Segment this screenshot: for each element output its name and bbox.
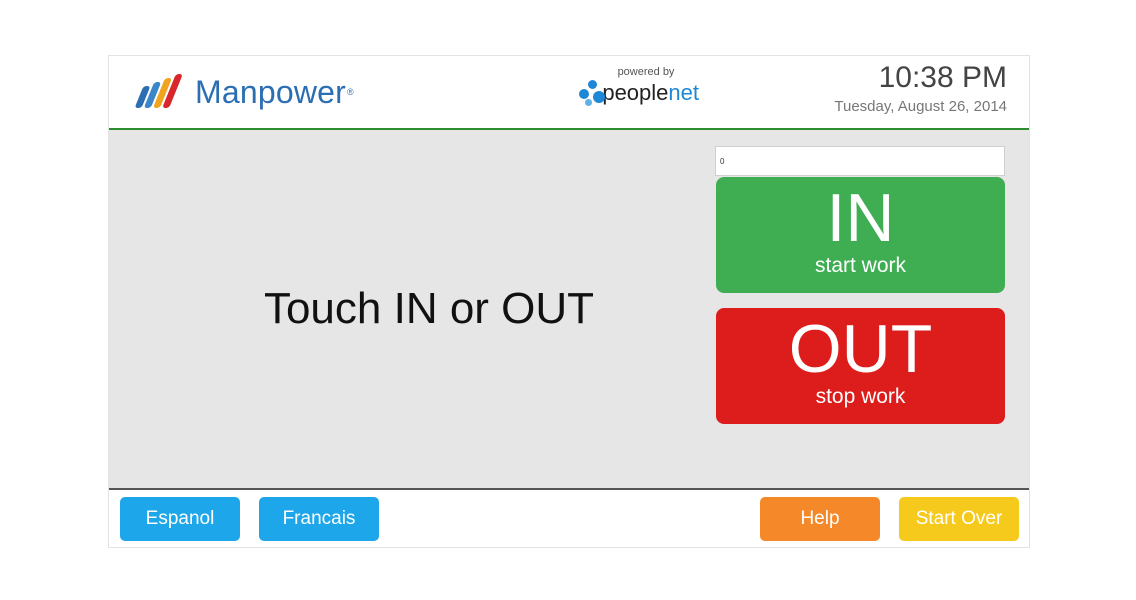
peoplenet-wordmark-net: net (668, 80, 699, 105)
clock-out-title: OUT (788, 311, 933, 387)
powered-by-label: powered by (617, 66, 675, 78)
peoplenet-logo: peoplenet (579, 80, 699, 106)
peoplenet-logo-icon (579, 80, 605, 106)
start-over-button[interactable]: Start Over (899, 497, 1019, 541)
brand-registered-mark: ® (347, 87, 354, 97)
footer-bar: Espanol Francais Help Start Over (109, 490, 1029, 547)
clock-out-button[interactable]: OUT stop work (716, 308, 1005, 424)
kiosk-window: Manpower ® powered by peoplenet 10:38 PM… (108, 55, 1030, 548)
current-time: 10:38 PM (878, 61, 1007, 94)
peoplenet-wordmark-people: people (602, 80, 669, 105)
espanol-button[interactable]: Espanol (120, 497, 240, 541)
clock-in-title: IN (826, 180, 895, 256)
brand-name: Manpower (195, 73, 347, 110)
clock-out-subtitle: stop work (815, 385, 906, 408)
entry-field[interactable] (715, 146, 1005, 176)
clock-in-subtitle: start work (814, 254, 906, 277)
current-date: Tuesday, August 26, 2014 (834, 98, 1007, 115)
peoplenet-wordmark: peoplenet (602, 80, 699, 106)
help-button[interactable]: Help (760, 497, 880, 541)
francais-button[interactable]: Francais (259, 497, 379, 541)
clock: 10:38 PM Tuesday, August 26, 2014 (834, 60, 1007, 115)
manpower-logo-icon (134, 74, 189, 110)
manpower-logo: Manpower ® (134, 72, 354, 112)
header-bar: Manpower ® powered by peoplenet 10:38 PM… (109, 56, 1029, 130)
powered-by-peoplenet: powered by peoplenet (579, 66, 699, 116)
clock-in-button[interactable]: IN start work (716, 177, 1005, 293)
main-panel: Touch IN or OUT IN start work OUT stop w… (109, 130, 1029, 490)
instruction-prompt: Touch IN or OUT (263, 284, 595, 333)
